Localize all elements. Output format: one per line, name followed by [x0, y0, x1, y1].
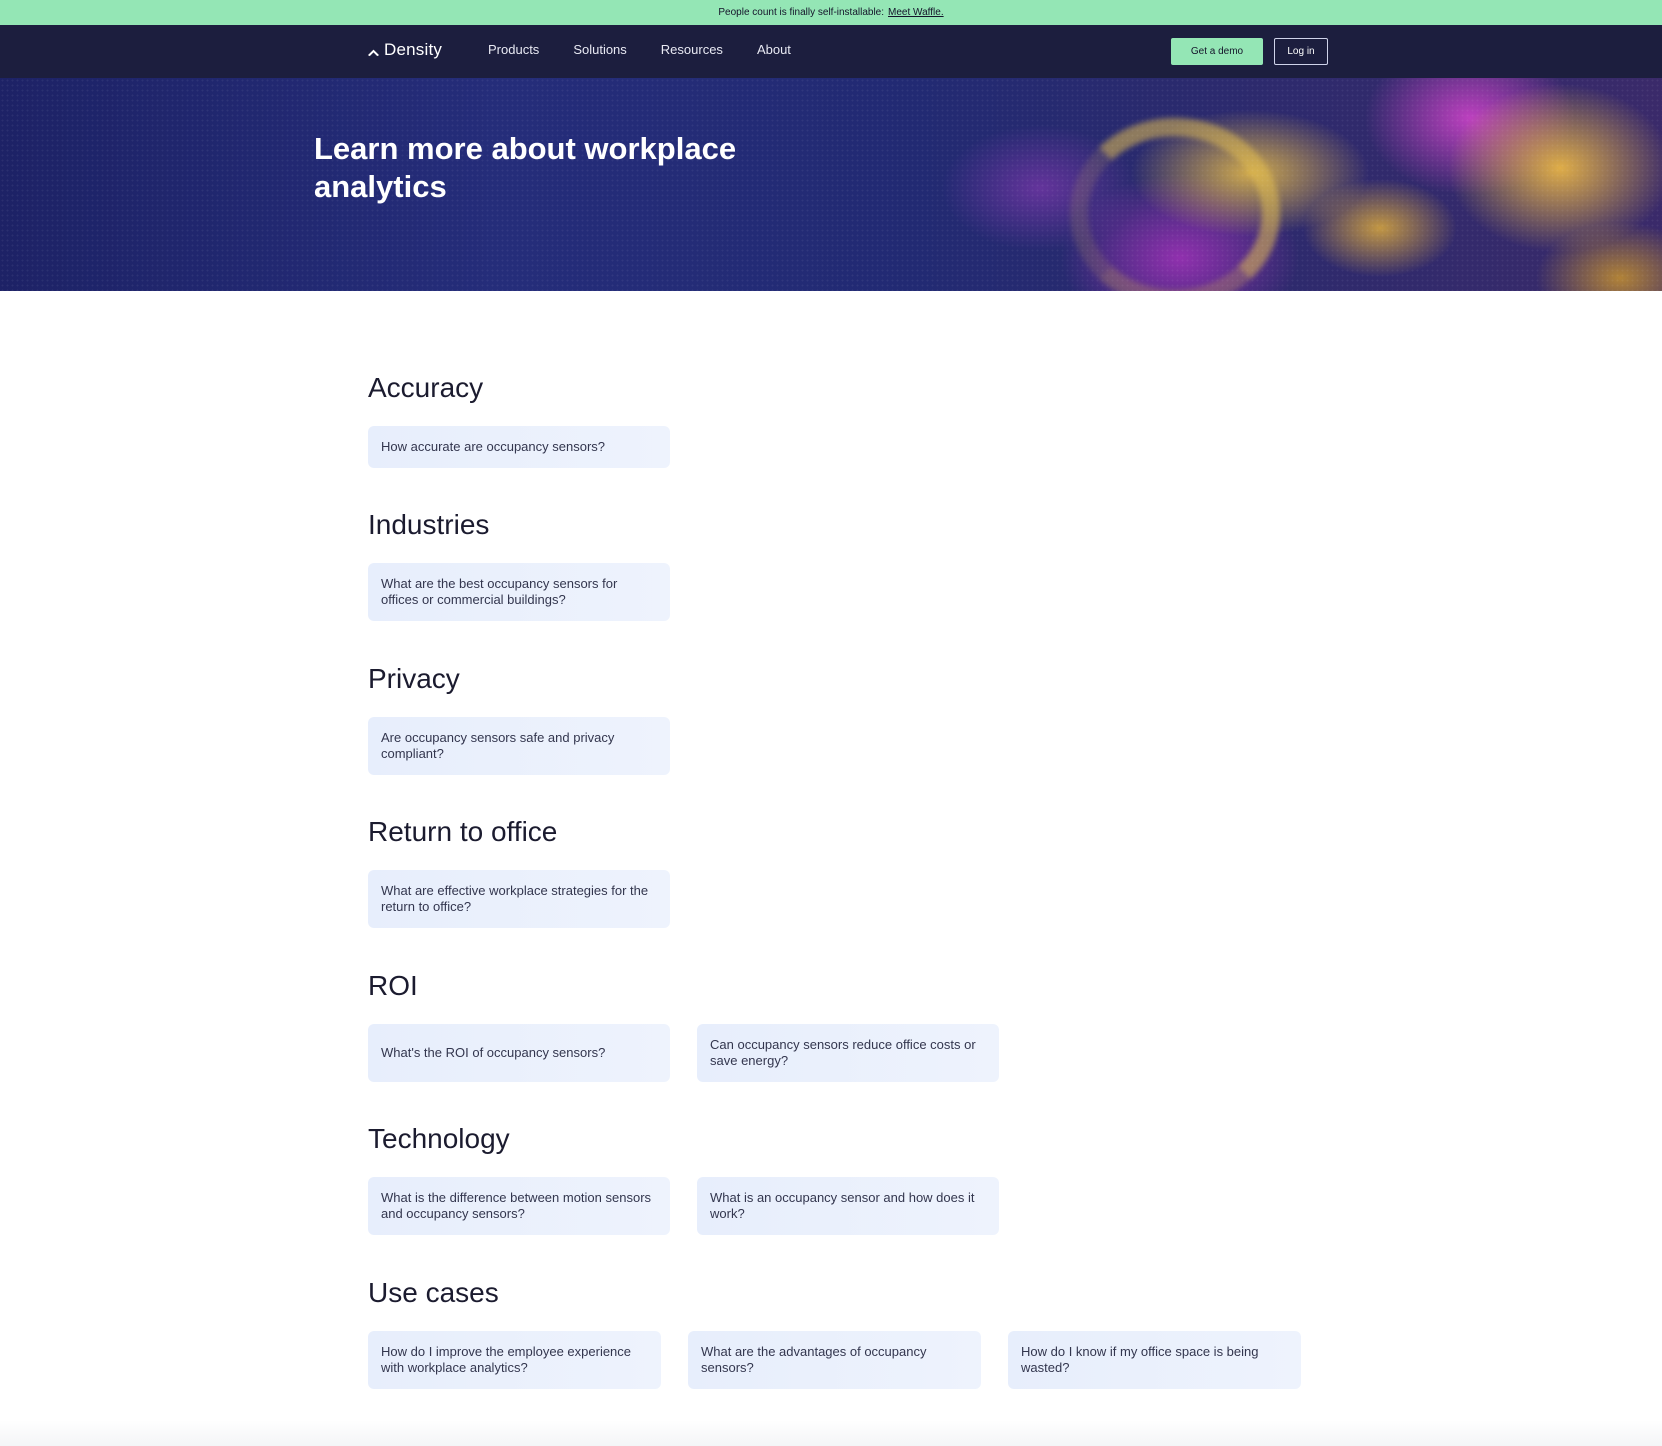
section-title: ROI	[368, 970, 418, 1001]
section-industries: Industries What are the best occupancy s…	[368, 507, 1328, 661]
section-roi: ROI What's the ROI of occupancy sensors?…	[368, 968, 1328, 1121]
faq-card[interactable]: What is an occupancy sensor and how does…	[697, 1177, 999, 1235]
faq-card[interactable]: How accurate are occupancy sensors?	[368, 426, 670, 468]
card-row: What are effective workplace strategies …	[368, 870, 1328, 928]
faq-card[interactable]: How do I improve the employee experience…	[368, 1331, 661, 1389]
card-row: What's the ROI of occupancy sensors? Can…	[368, 1024, 1328, 1082]
nav-link-resources[interactable]: Resources	[661, 42, 723, 57]
faq-card[interactable]: Are occupancy sensors safe and privacy c…	[368, 717, 670, 775]
get-demo-button[interactable]: Get a demo	[1171, 38, 1263, 65]
section-title: Privacy	[368, 663, 460, 694]
section-use-cases: Use cases How do I improve the employee …	[368, 1275, 1328, 1389]
section-title: Technology	[368, 1123, 510, 1154]
faq-card[interactable]: What are the advantages of occupancy sen…	[688, 1331, 981, 1389]
section-technology: Technology What is the difference betwee…	[368, 1121, 1328, 1275]
density-logo-icon	[367, 44, 380, 56]
section-accuracy: Accuracy How accurate are occupancy sens…	[368, 370, 1328, 507]
section-return-to-office: Return to office What are effective work…	[368, 814, 1328, 968]
faq-card[interactable]: What's the ROI of occupancy sensors?	[368, 1024, 670, 1082]
nav-link-products[interactable]: Products	[488, 42, 539, 57]
announcement-text: People count is finally self-installable…	[718, 7, 885, 18]
hero-banner: Learn more about workplace analytics	[0, 78, 1662, 291]
faq-card[interactable]: Can occupancy sensors reduce office cost…	[697, 1024, 999, 1082]
card-row: How accurate are occupancy sensors?	[368, 426, 1328, 468]
announcement-bar: People count is finally self-installable…	[0, 0, 1662, 25]
card-row: Are occupancy sensors safe and privacy c…	[368, 717, 1328, 775]
nav-link-about[interactable]: About	[757, 42, 791, 57]
faq-card[interactable]: How do I know if my office space is bein…	[1008, 1331, 1301, 1389]
faq-card[interactable]: What is the difference between motion se…	[368, 1177, 670, 1235]
section-title: Accuracy	[368, 372, 484, 403]
section-title: Return to office	[368, 816, 558, 847]
nav-links: Products Solutions Resources About	[488, 42, 825, 57]
section-title: Industries	[368, 509, 490, 540]
nav-link-solutions[interactable]: Solutions	[573, 42, 626, 57]
section-title: Use cases	[368, 1277, 499, 1308]
logo[interactable]: Density	[367, 40, 442, 60]
section-privacy: Privacy Are occupancy sensors safe and p…	[368, 661, 1328, 814]
page-title: Learn more about workplace analytics	[314, 131, 737, 204]
card-row: What are the best occupancy sensors for …	[368, 563, 1328, 621]
card-row: How do I improve the employee experience…	[368, 1331, 1328, 1389]
announcement-link[interactable]: Meet Waffle.	[888, 7, 944, 18]
faq-card[interactable]: What are effective workplace strategies …	[368, 870, 670, 928]
login-button[interactable]: Log in	[1274, 38, 1328, 65]
faq-card[interactable]: What are the best occupancy sensors for …	[368, 563, 670, 621]
faq-sections: Accuracy How accurate are occupancy sens…	[368, 370, 1328, 1389]
top-nav: Density Products Solutions Resources Abo…	[0, 25, 1662, 78]
logo-text: Density	[384, 40, 443, 59]
card-row: What is the difference between motion se…	[368, 1177, 1328, 1235]
footer-divider	[0, 1420, 1662, 1446]
